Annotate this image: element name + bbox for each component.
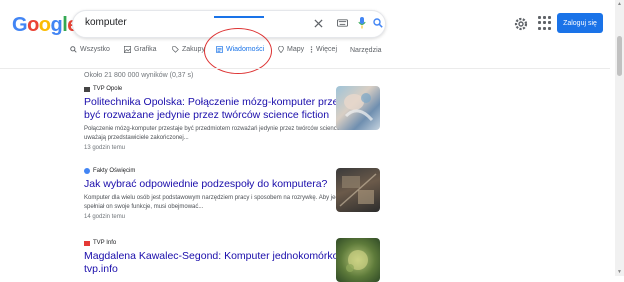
image-icon bbox=[124, 46, 131, 53]
scroll-up-icon[interactable]: ▲ bbox=[616, 1, 623, 7]
tab-label: Zakupy bbox=[182, 46, 205, 53]
clear-icon[interactable] bbox=[311, 16, 325, 30]
tab-more[interactable]: Więcej bbox=[310, 46, 337, 53]
result-snippet: Komputer dla wielu osób jest podstawowym… bbox=[84, 195, 349, 210]
tab-label: Więcej bbox=[316, 46, 338, 53]
more-icon bbox=[310, 46, 313, 53]
news-result: TVP Opole Politechnika Opolska: Połączen… bbox=[84, 86, 364, 151]
tab-label: Mapy bbox=[287, 46, 305, 53]
result-thumbnail[interactable] bbox=[336, 86, 380, 130]
news-result: Fakty Oświęcim Jak wybrać odpowiednie po… bbox=[84, 168, 364, 220]
tools-button[interactable]: Narzędzia bbox=[350, 47, 382, 54]
header-divider bbox=[0, 68, 610, 69]
scrollbar-thumb[interactable] bbox=[617, 36, 622, 76]
result-time: 14 godzin temu bbox=[84, 214, 126, 220]
result-source[interactable]: Fakty Oświęcim bbox=[84, 168, 364, 174]
tab-maps[interactable]: Mapy bbox=[278, 46, 304, 53]
login-button[interactable]: Zaloguj się bbox=[557, 13, 603, 33]
logo-letter: g bbox=[50, 14, 63, 36]
tab-label: Grafika bbox=[134, 46, 157, 53]
microphone-icon[interactable] bbox=[355, 16, 369, 30]
tab-images[interactable]: Grafika bbox=[124, 46, 157, 53]
news-result: TVP Info Magdalena Kawalec-Segond: Kompu… bbox=[84, 240, 364, 276]
tab-label: Wszystko bbox=[80, 46, 110, 53]
scroll-down-icon[interactable]: ▼ bbox=[616, 269, 623, 275]
result-stats: Około 21 800 000 wyników (0,37 s) bbox=[84, 72, 194, 79]
source-name: Fakty Oświęcim bbox=[93, 168, 136, 174]
tag-icon bbox=[172, 46, 179, 53]
search-input[interactable]: komputer bbox=[85, 17, 127, 28]
logo-letter: G bbox=[12, 14, 28, 36]
google-logo[interactable]: Google bbox=[12, 14, 78, 37]
active-tab-indicator bbox=[214, 16, 264, 18]
result-title-link[interactable]: Jak wybrać odpowiednie podzespoły do kom… bbox=[84, 178, 364, 191]
tab-shopping[interactable]: Zakupy bbox=[172, 46, 205, 53]
logo-letter: o bbox=[27, 14, 39, 36]
result-thumbnail[interactable] bbox=[336, 168, 380, 212]
source-favicon-icon bbox=[84, 168, 90, 174]
result-source[interactable]: TVP Info bbox=[84, 240, 364, 246]
source-name: TVP Opole bbox=[93, 86, 123, 92]
source-name: TVP Info bbox=[93, 240, 117, 246]
settings-gear-icon[interactable] bbox=[513, 16, 529, 32]
apps-grid-icon[interactable] bbox=[538, 16, 552, 30]
keyboard-icon[interactable] bbox=[335, 16, 349, 30]
source-favicon-icon bbox=[84, 240, 90, 246]
search-icon bbox=[70, 46, 77, 53]
result-title-link[interactable]: Politechnika Opolska: Połączenie mózg-ko… bbox=[84, 96, 364, 122]
tab-all[interactable]: Wszystko bbox=[70, 46, 110, 53]
result-time: 13 godzin temu bbox=[84, 145, 126, 151]
map-icon bbox=[278, 46, 284, 53]
page-scrollbar[interactable]: ▲ ▼ bbox=[615, 0, 624, 276]
result-source[interactable]: TVP Opole bbox=[84, 86, 364, 92]
result-snippet: Połączenie mózg-komputer przestaje być p… bbox=[84, 126, 363, 141]
search-icon[interactable] bbox=[371, 16, 385, 30]
result-thumbnail[interactable] bbox=[336, 238, 380, 282]
logo-letter: o bbox=[38, 14, 51, 36]
source-favicon-icon bbox=[84, 86, 90, 92]
result-title-link[interactable]: Magdalena Kawalec-Segond: Komputer jedno… bbox=[84, 250, 364, 276]
